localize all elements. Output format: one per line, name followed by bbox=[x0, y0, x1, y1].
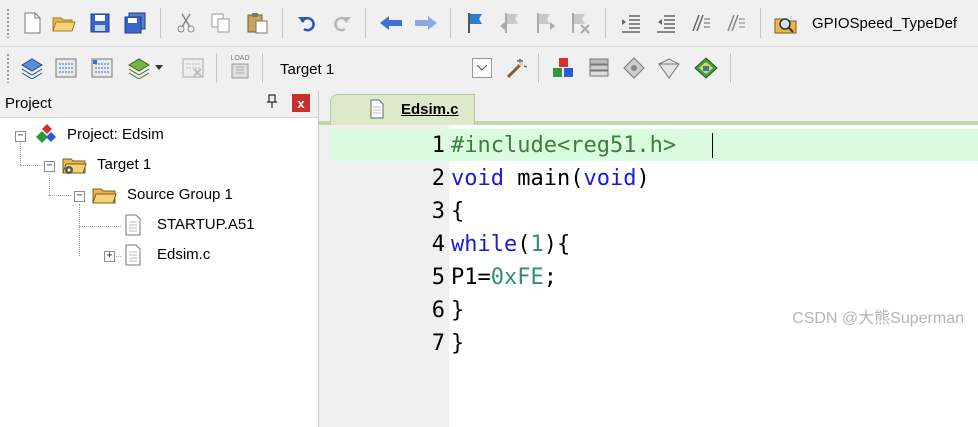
code-text: ; bbox=[543, 265, 557, 290]
number-literal: 1 bbox=[530, 232, 544, 257]
nav-back-icon[interactable] bbox=[379, 11, 403, 35]
manage-components-icon[interactable] bbox=[551, 56, 575, 80]
keyword: void bbox=[451, 166, 504, 191]
code-text: ) bbox=[636, 166, 650, 191]
new-file-icon[interactable] bbox=[20, 11, 44, 35]
pin-icon[interactable] bbox=[266, 94, 278, 111]
tab-edsim-c[interactable]: Edsim.c bbox=[330, 94, 475, 125]
tree-node-target[interactable]: − Target 1 bbox=[0, 155, 318, 177]
unindent-icon[interactable] bbox=[654, 11, 678, 35]
download-icon[interactable]: LOAD bbox=[228, 53, 252, 83]
tree-label-source-group: Source Group 1 bbox=[127, 186, 233, 203]
undo-icon[interactable] bbox=[295, 11, 319, 35]
code-line-3[interactable]: { bbox=[451, 195, 464, 228]
file-icon bbox=[124, 244, 142, 269]
line-number: 4 bbox=[431, 232, 445, 257]
line-number: 2 bbox=[431, 166, 445, 191]
translate-icon[interactable] bbox=[20, 56, 44, 80]
keyword: while bbox=[451, 232, 518, 257]
cut-icon[interactable] bbox=[174, 11, 198, 35]
nav-forward-icon[interactable] bbox=[414, 11, 438, 35]
number-literal: 0xFE bbox=[490, 265, 544, 290]
tab-label: Edsim.c bbox=[401, 101, 459, 118]
batch-build-icon[interactable] bbox=[127, 56, 151, 80]
paste-icon[interactable] bbox=[246, 11, 270, 35]
target-select-value[interactable]: Target 1 bbox=[280, 61, 334, 78]
code-text: ){ bbox=[543, 232, 571, 257]
editor-tab-strip: Edsim.c bbox=[319, 91, 978, 125]
uncomment-icon[interactable] bbox=[724, 11, 748, 35]
find-in-files-icon[interactable] bbox=[774, 11, 798, 35]
line-number: 1 bbox=[431, 133, 445, 158]
project-panel: Project x − Project: Edsim − Target 1 − … bbox=[0, 91, 319, 427]
text-caret bbox=[712, 133, 713, 158]
copy-icon[interactable] bbox=[209, 11, 233, 35]
line-number: 6 bbox=[431, 298, 445, 323]
indent-icon[interactable] bbox=[619, 11, 643, 35]
editor-area: Edsim.c 1 2 3 4 5 6 7 #include<reg51.h> … bbox=[319, 91, 978, 427]
tree-collapse-toggle[interactable]: − bbox=[15, 131, 26, 142]
build-icon[interactable] bbox=[54, 56, 78, 80]
bookmark-icon[interactable] bbox=[463, 11, 487, 35]
templates-icon[interactable] bbox=[657, 56, 681, 80]
project-panel-title: Project bbox=[5, 95, 52, 112]
toolbar-grip[interactable] bbox=[6, 53, 10, 83]
comment-icon[interactable] bbox=[689, 11, 713, 35]
pack-installer-icon[interactable] bbox=[694, 56, 718, 80]
tree-label-target: Target 1 bbox=[97, 156, 152, 173]
toolbar-grip[interactable] bbox=[6, 8, 10, 38]
tree-collapse-toggle[interactable]: − bbox=[44, 161, 55, 172]
target-select-dropdown[interactable] bbox=[472, 58, 492, 78]
tree-node-file-startup[interactable]: STARTUP.A51 bbox=[0, 214, 318, 239]
code-line-2[interactable]: void main(void) bbox=[451, 162, 650, 195]
code-text: P1= bbox=[451, 265, 491, 290]
line-number: 3 bbox=[431, 199, 445, 224]
file-icon bbox=[124, 214, 142, 239]
code-text: ( bbox=[517, 232, 531, 257]
code-text: main( bbox=[503, 166, 584, 191]
find-combo-value[interactable]: GPIOSpeed_TypeDef bbox=[812, 15, 957, 32]
target-options-icon[interactable] bbox=[504, 56, 528, 80]
tree-label-project: Project: Edsim bbox=[67, 126, 164, 143]
project-icon bbox=[32, 123, 58, 148]
bookmark-next-icon[interactable] bbox=[533, 11, 557, 35]
stop-build-icon[interactable] bbox=[181, 56, 205, 80]
batch-build-dropdown[interactable] bbox=[152, 56, 166, 80]
code-line-1[interactable]: #include<reg51.h> bbox=[451, 129, 676, 162]
build-toolbar: LOAD Target 1 bbox=[0, 47, 978, 92]
code-line-6[interactable]: } bbox=[451, 294, 464, 327]
save-icon[interactable] bbox=[88, 11, 112, 35]
functions-icon[interactable] bbox=[622, 56, 646, 80]
books-icon[interactable] bbox=[587, 56, 611, 80]
tree-collapse-toggle[interactable]: − bbox=[74, 191, 85, 202]
bookmark-clear-icon[interactable] bbox=[568, 11, 592, 35]
open-folder-icon[interactable] bbox=[52, 11, 76, 35]
close-panel-button[interactable]: x bbox=[292, 94, 310, 112]
tree-expand-toggle[interactable]: + bbox=[104, 251, 115, 262]
tree-label-file-edsim: Edsim.c bbox=[157, 246, 211, 263]
redo-icon[interactable] bbox=[330, 11, 354, 35]
line-number: 7 bbox=[431, 331, 445, 356]
file-icon bbox=[369, 99, 385, 122]
rebuild-icon[interactable] bbox=[90, 56, 114, 80]
standard-toolbar: GPIOSpeed_TypeDef bbox=[0, 0, 978, 47]
tree-label-file-startup: STARTUP.A51 bbox=[157, 216, 255, 233]
line-number: 5 bbox=[431, 265, 445, 290]
tree-node-project[interactable]: − Project: Edsim bbox=[0, 123, 318, 148]
save-all-icon[interactable] bbox=[123, 11, 147, 35]
watermark: CSDN @大熊Superman bbox=[792, 310, 964, 327]
project-panel-header: Project x bbox=[0, 91, 318, 118]
code-line-5[interactable]: P1=0xFE; bbox=[451, 261, 557, 294]
code-line-4[interactable]: while(1){ bbox=[451, 228, 570, 261]
code-line-7[interactable]: } bbox=[451, 327, 464, 360]
tree-node-file-edsim[interactable]: + Edsim.c bbox=[0, 244, 318, 269]
tree-node-source-group[interactable]: − Source Group 1 bbox=[0, 185, 318, 207]
download-caption: LOAD bbox=[230, 55, 250, 62]
folder-open-icon bbox=[92, 185, 118, 208]
bookmark-prev-icon[interactable] bbox=[498, 11, 522, 35]
keyword: void bbox=[583, 166, 637, 191]
target-folder-icon bbox=[62, 155, 88, 178]
